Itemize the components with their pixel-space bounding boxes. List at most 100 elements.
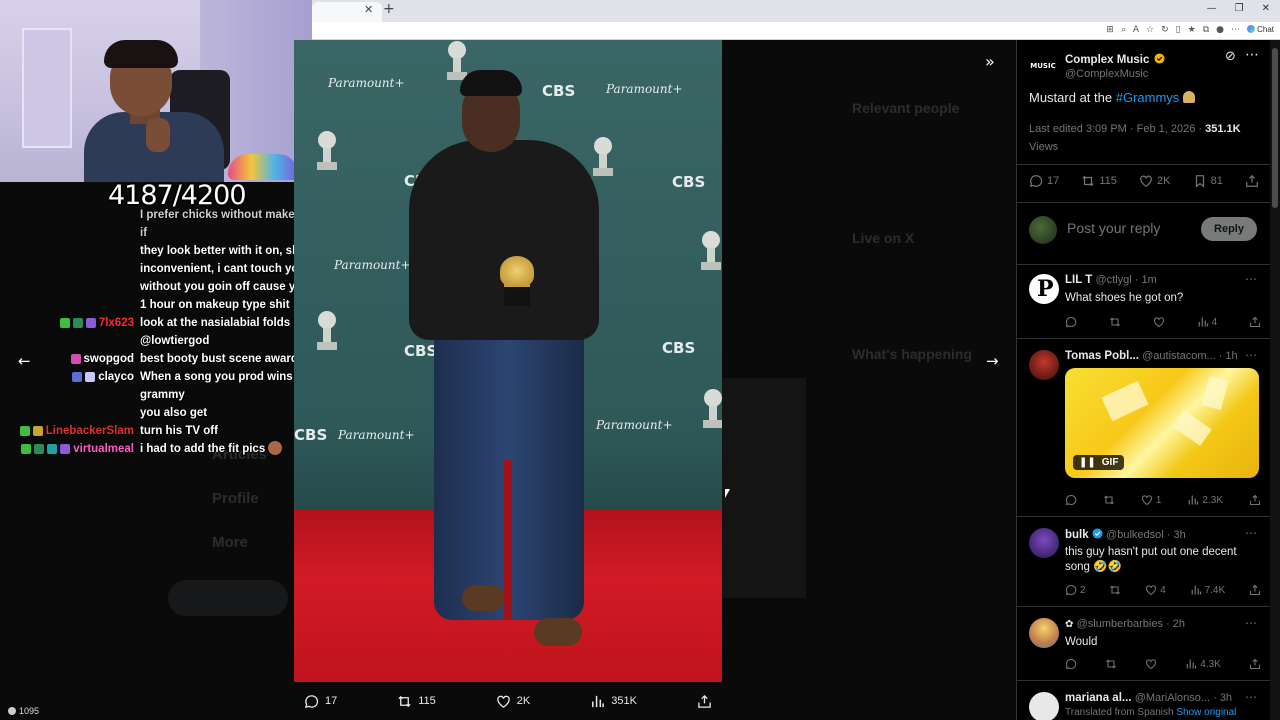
favorites-bar-icon[interactable]: ★ [1188, 25, 1196, 35]
refresh-icon[interactable]: ↻ [1161, 25, 1169, 35]
copilot-chat-button[interactable]: Chat [1247, 25, 1274, 34]
install-icon[interactable]: ⊞ [1106, 25, 1114, 35]
reply-author-name[interactable]: mariana al... [1065, 692, 1131, 704]
reply-avatar[interactable]: P [1029, 274, 1059, 304]
reply-text: Would [1065, 636, 1098, 648]
post-like-button[interactable]: 2K [1139, 174, 1170, 188]
minimize-icon[interactable]: — [1207, 3, 1217, 14]
chat-username[interactable]: clayco [98, 368, 134, 386]
viewer-reply-button[interactable]: 17 [304, 694, 337, 709]
viewer-like-button[interactable]: 2K [496, 694, 530, 709]
reply-comment-button[interactable] [1065, 658, 1077, 670]
reply-author-handle[interactable]: @autistacom... · 1h [1142, 350, 1238, 362]
post-photo[interactable]: CBS Paramount+ Paramount+ CBS CBS Paramo… [294, 40, 722, 682]
reply-comment-button[interactable]: 2 [1065, 584, 1086, 596]
reply-comment-button[interactable] [1065, 316, 1077, 328]
reply-gif[interactable]: ❚❚ GIF [1065, 368, 1259, 478]
restore-icon[interactable]: ❐ [1235, 3, 1244, 14]
reply-share-button[interactable] [1249, 658, 1261, 670]
reply-like-button[interactable]: 1 [1141, 494, 1161, 506]
reply-share-button[interactable] [1249, 494, 1261, 506]
reply-repost-button[interactable] [1105, 658, 1117, 670]
read-aloud-icon[interactable]: A [1133, 25, 1139, 35]
chat-username[interactable]: LinebackerSlam [46, 422, 134, 440]
post-share-button[interactable] [1245, 174, 1259, 188]
chat-username[interactable]: swopgod [84, 350, 134, 368]
bg-post-button [168, 580, 288, 616]
viewer-repost-button[interactable]: 115 [397, 694, 436, 709]
blue-verified-icon [1092, 528, 1103, 539]
close-window-icon[interactable]: ✕ [1262, 3, 1270, 14]
viewer-views-button[interactable]: 351K [590, 694, 637, 709]
like-count: 2K [1157, 175, 1171, 187]
my-avatar[interactable] [1029, 216, 1057, 244]
zoom-icon[interactable]: ⌕ [1121, 25, 1126, 35]
new-tab-icon[interactable]: + [383, 1, 395, 17]
reply-button[interactable]: Reply [1201, 217, 1257, 241]
reply-more-icon[interactable]: ⋯ [1245, 690, 1257, 704]
reply-author-name[interactable]: bulk [1065, 529, 1089, 541]
reply-avatar[interactable] [1029, 692, 1059, 720]
reply-input[interactable]: Post your reply [1067, 220, 1160, 236]
reply-views-button[interactable]: 7.4K [1190, 584, 1225, 596]
author-name[interactable]: Complex Music [1065, 54, 1149, 66]
show-original-link[interactable]: Show original [1176, 707, 1236, 718]
reply-like-button[interactable]: 4 [1145, 584, 1166, 596]
chat-username[interactable]: virtualmeal [73, 440, 134, 458]
gif-badge[interactable]: ❚❚ GIF [1073, 455, 1125, 470]
reply-repost-button[interactable] [1109, 584, 1121, 596]
profile-icon[interactable]: ● [1216, 25, 1224, 35]
scrollbar-thumb[interactable] [1272, 48, 1278, 208]
gold-verified-icon [1154, 53, 1165, 64]
reply-author-name[interactable]: Tomas Pobl... [1065, 350, 1139, 362]
reply-more-icon[interactable]: ⋯ [1245, 616, 1257, 630]
chat-text-body: best booty bust scene award [140, 353, 298, 365]
collapse-panel-icon[interactable]: » [985, 52, 995, 71]
more-options-icon[interactable]: ⋯ [1245, 46, 1259, 63]
reply-share-button[interactable] [1249, 316, 1261, 328]
collections-icon[interactable]: ⧉ [1203, 25, 1209, 35]
reply-share-button[interactable] [1249, 584, 1261, 596]
reply-author-handle[interactable]: @slumberbarbies · 2h [1077, 618, 1185, 630]
reply-avatar[interactable] [1029, 618, 1059, 648]
divider [1017, 164, 1271, 165]
grok-icon[interactable]: ⊘ [1225, 48, 1236, 64]
grammys-hashtag[interactable]: #Grammys [1116, 90, 1180, 105]
reply-avatar[interactable] [1029, 528, 1059, 558]
menu-icon[interactable]: ⋯ [1231, 25, 1240, 35]
reply-more-icon[interactable]: ⋯ [1245, 526, 1257, 540]
reply-views-button[interactable]: 2.3K [1187, 494, 1223, 506]
reply-author-handle[interactable]: @ctlygl · 1m [1095, 274, 1156, 286]
reply-more-icon[interactable]: ⋯ [1245, 272, 1257, 286]
viewer-share-button[interactable] [697, 694, 712, 709]
reply-views-button[interactable]: 4.3K [1185, 658, 1221, 670]
reply-author-name[interactable]: LIL T [1065, 274, 1092, 286]
reply-repost-button[interactable] [1109, 316, 1121, 328]
post-reply-button[interactable]: 17 [1029, 174, 1059, 188]
author-avatar[interactable]: MUSIC [1029, 50, 1057, 78]
reply-like-button[interactable] [1153, 316, 1165, 328]
reply-author-handle[interactable]: @bulkedsol · 3h [1106, 529, 1186, 541]
reply-icon [1065, 316, 1077, 328]
split-icon[interactable]: ▯ [1176, 25, 1181, 35]
reply-author-handle[interactable]: @MariAlonso... · 3h [1135, 692, 1232, 704]
share-icon [1249, 316, 1261, 328]
reply-avatar[interactable] [1029, 350, 1059, 380]
tab-close-icon[interactable]: ✕ [364, 3, 373, 16]
author-handle[interactable]: @ComplexMusic [1065, 68, 1165, 80]
favorite-icon[interactable]: ☆ [1146, 25, 1154, 35]
next-image-arrow-icon[interactable]: → [986, 352, 999, 370]
post-repost-button[interactable]: 115 [1081, 174, 1117, 188]
reply-like-button[interactable] [1145, 658, 1157, 670]
panel-scrollbar[interactable] [1270, 40, 1280, 720]
reply-more-icon[interactable]: ⋯ [1245, 348, 1257, 362]
reply-views-button[interactable]: 4 [1197, 316, 1217, 328]
author-info[interactable]: Complex Music @ComplexMusic [1065, 50, 1165, 80]
previous-image-arrow-icon[interactable]: ← [18, 352, 31, 370]
reply-comment-button[interactable] [1065, 494, 1077, 506]
reply-repost-button[interactable] [1103, 494, 1115, 506]
pause-icon[interactable]: ❚❚ [1079, 457, 1096, 468]
post-edited-timestamp[interactable]: Last edited 3:09 PM · Feb 1, 2026 · [1029, 123, 1205, 135]
post-bookmark-button[interactable]: 81 [1193, 174, 1223, 188]
chat-username[interactable]: 7lx623 [99, 314, 134, 332]
